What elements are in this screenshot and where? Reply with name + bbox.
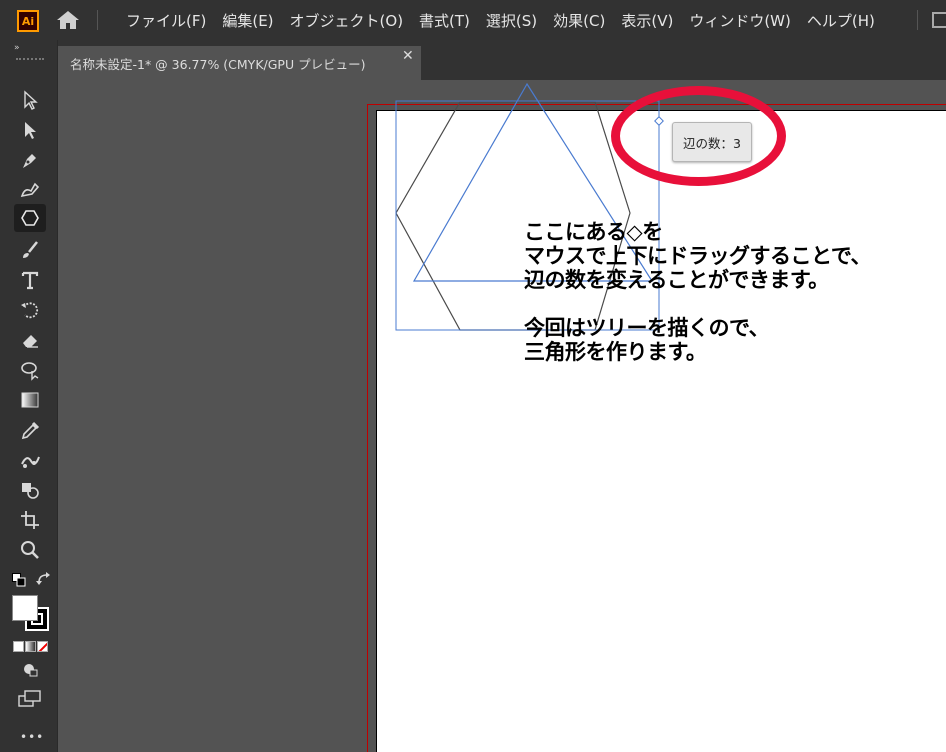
document-tab-title: 名称未設定-1* @ 36.77% (CMYK/GPU プレビュー) xyxy=(70,56,366,72)
zoom-tool-icon[interactable] xyxy=(14,536,46,564)
shape-builder-tool-icon[interactable] xyxy=(14,476,46,504)
workspace-switcher-icon[interactable] xyxy=(932,12,946,28)
curvature-tool-icon[interactable] xyxy=(14,176,46,204)
menu-help[interactable]: ヘルプ(H) xyxy=(799,10,883,31)
menu-select[interactable]: 選択(S) xyxy=(478,10,545,31)
note-line: ここにある◇を xyxy=(524,220,663,244)
color-mode-buttons xyxy=(13,641,49,652)
menu-items: ファイル(F) 編集(E) オブジェクト(O) 書式(T) 選択(S) 効果(C… xyxy=(118,0,883,40)
type-tool-icon[interactable] xyxy=(14,266,46,294)
menu-divider-right xyxy=(917,10,918,30)
gradient-tool-icon[interactable] xyxy=(14,386,46,414)
menu-effect[interactable]: 効果(C) xyxy=(545,10,613,31)
polygon-tool-icon[interactable] xyxy=(14,204,46,232)
puppet-warp-tool-icon[interactable] xyxy=(14,446,46,474)
default-fill-stroke-icon[interactable] xyxy=(12,572,26,587)
direct-selection-tool-icon[interactable] xyxy=(14,116,46,144)
artwork xyxy=(395,82,664,331)
note-line: 今回はツリーを描くので、 xyxy=(524,316,770,340)
pen-tool-icon[interactable] xyxy=(14,146,46,174)
menu-window[interactable]: ウィンドウ(W) xyxy=(681,10,799,31)
home-icon[interactable] xyxy=(55,9,81,31)
paintbrush-tool-icon[interactable] xyxy=(14,236,46,264)
artboard-tool-icon[interactable] xyxy=(14,506,46,534)
sides-count-tooltip: 辺の数：3 xyxy=(672,122,752,162)
gradient-mode-icon[interactable] xyxy=(25,641,36,652)
draw-mode-icon[interactable] xyxy=(21,662,39,678)
document-tab-bar: 名称未設定-1* @ 36.77% (CMYK/GPU プレビュー) ✕ xyxy=(58,40,946,80)
menu-edit[interactable]: 編集(E) xyxy=(214,10,281,31)
close-tab-icon[interactable]: ✕ xyxy=(402,48,414,64)
none-mode-icon[interactable] xyxy=(37,641,48,652)
collapse-panel-icon[interactable]: » xyxy=(14,43,20,53)
selection-tool-icon[interactable] xyxy=(14,86,46,114)
app-logo: Ai xyxy=(17,10,39,32)
menu-type[interactable]: 書式(T) xyxy=(411,10,478,31)
menu-object[interactable]: オブジェクト(O) xyxy=(282,10,412,31)
note-line: 三角形を作ります。 xyxy=(524,340,707,364)
fill-swatch[interactable] xyxy=(12,595,38,621)
eraser-tool-icon[interactable] xyxy=(14,326,46,354)
note-line: マウスで上下にドラッグすることで、 xyxy=(524,244,872,268)
menu-bar: Ai ファイル(F) 編集(E) オブジェクト(O) 書式(T) 選択(S) 効… xyxy=(0,0,946,40)
tools-panel-header: » xyxy=(0,40,58,66)
color-mode-icon[interactable] xyxy=(13,641,24,652)
panel-grip[interactable] xyxy=(16,58,44,62)
note-line: 辺の数を変えることができます。 xyxy=(524,268,829,292)
tools-panel: » ••• xyxy=(0,40,58,752)
menu-divider xyxy=(97,10,98,30)
document-tab[interactable]: 名称未設定-1* @ 36.77% (CMYK/GPU プレビュー) xyxy=(58,46,421,80)
lasso-tool-icon[interactable] xyxy=(14,356,46,384)
rotate-tool-icon[interactable] xyxy=(14,296,46,324)
swap-fill-stroke-icon[interactable] xyxy=(36,572,52,588)
instruction-note-2: 今回はツリーを描くので、 三角形を作ります。 xyxy=(524,316,770,364)
more-tools-icon[interactable]: ••• xyxy=(20,730,44,744)
screen-mode-icon[interactable] xyxy=(18,690,42,708)
instruction-note: ここにある◇を マウスで上下にドラッグすることで、 辺の数を変えることができます… xyxy=(524,220,872,292)
eyedropper-tool-icon[interactable] xyxy=(14,416,46,444)
canvas[interactable]: 辺の数：3 ここにある◇を マウスで上下にドラッグすることで、 辺の数を変えるこ… xyxy=(58,80,946,752)
menu-file[interactable]: ファイル(F) xyxy=(118,10,214,31)
menu-view[interactable]: 表示(V) xyxy=(613,10,681,31)
hexagon-shape[interactable] xyxy=(395,101,631,331)
